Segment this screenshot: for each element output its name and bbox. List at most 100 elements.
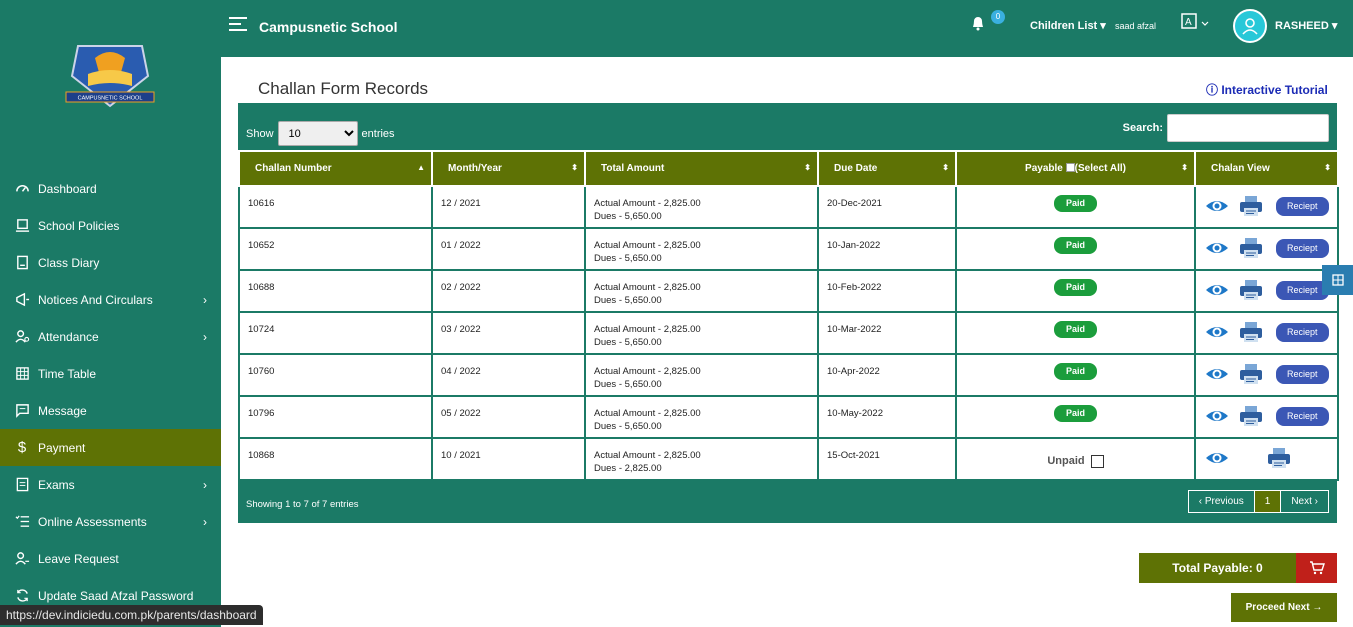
challan-number-cell: 10616: [238, 185, 433, 229]
sidebar-item-dashboard[interactable]: Dashboard: [0, 170, 221, 207]
reciept-button[interactable]: Reciept: [1276, 322, 1329, 342]
school-logo[interactable]: CAMPUSNETIC SCHOOL: [60, 36, 160, 114]
children-list-dropdown[interactable]: Children List ▾: [1030, 19, 1106, 32]
sidebar-item-label: Dashboard: [38, 181, 97, 196]
sidebar-item-school-policies[interactable]: School Policies: [0, 207, 221, 244]
paid-badge: Paid: [1053, 279, 1097, 296]
payable-cell: Paid: [955, 311, 1196, 355]
interactive-tutorial-link[interactable]: ⓘ Interactive Tutorial: [1206, 81, 1328, 98]
sidebar-item-online-assessments[interactable]: Online Assessments ›: [0, 503, 221, 540]
cart-button[interactable]: [1296, 553, 1337, 583]
search-input[interactable]: [1167, 114, 1329, 142]
sidebar-item-label: Attendance: [38, 329, 99, 344]
hamburger-menu-icon[interactable]: [229, 17, 247, 33]
view-eye-icon[interactable]: [1204, 321, 1230, 343]
page-1-button[interactable]: 1: [1253, 491, 1282, 512]
chalan-view-cell: Reciept: [1194, 311, 1339, 355]
sidebar-item-label: Update Saad Afzal Password: [38, 588, 194, 603]
sidebar-item-label: Message: [38, 403, 87, 418]
paid-badge: Paid: [1053, 321, 1097, 338]
total-amount-cell: Actual Amount - 2,825.00 Dues - 5,650.00: [584, 185, 819, 229]
column-header-due-date[interactable]: Due Date ⬍: [817, 150, 957, 187]
challan-number-cell: 10688: [238, 269, 433, 313]
challan-table: Challan Number ▲ Month/Year ⬍ Total Amount…: [238, 150, 1339, 481]
sidebar-item-exams[interactable]: Exams ›: [0, 466, 221, 503]
dashboard-icon: [0, 181, 38, 196]
next-page-button[interactable]: Next ›: [1281, 491, 1328, 512]
print-icon[interactable]: [1266, 447, 1292, 469]
sidebar-item-attendance[interactable]: Attendance ›: [0, 318, 221, 355]
chevron-right-icon: ›: [203, 292, 207, 307]
chalan-view-cell: Reciept: [1194, 185, 1339, 229]
unpaid-status: Unpaid: [1047, 455, 1104, 468]
column-header-label: Chalan View: [1211, 163, 1270, 174]
reciept-button[interactable]: Reciept: [1276, 406, 1329, 426]
dues-amount: Dues - 2,825.00: [594, 463, 662, 474]
translate-icon[interactable]: A: [1181, 13, 1209, 33]
column-header-chalan-view[interactable]: Chalan View ⬍: [1194, 150, 1339, 187]
chalan-view-cell: [1194, 437, 1339, 481]
chalan-view-cell: Reciept: [1194, 353, 1339, 397]
chevron-right-icon: ›: [203, 329, 207, 344]
school-name: Campusnetic School: [259, 19, 398, 35]
payable-checkbox[interactable]: [1090, 455, 1104, 468]
view-eye-icon[interactable]: [1204, 279, 1230, 301]
print-icon[interactable]: [1238, 195, 1264, 217]
exams-icon: [0, 477, 38, 492]
reciept-button[interactable]: Reciept: [1276, 280, 1329, 300]
dollar-icon: $: [17, 439, 27, 456]
print-icon[interactable]: [1238, 279, 1264, 301]
caret-down-icon: ▾: [1331, 20, 1338, 32]
chalan-view-actions: Reciept: [1204, 321, 1337, 343]
view-eye-icon[interactable]: [1204, 363, 1230, 385]
proceed-next-button[interactable]: Proceed Next →: [1231, 593, 1337, 622]
dues-amount: Dues - 5,650.00: [594, 295, 662, 306]
payable-cell: Paid: [955, 227, 1196, 271]
svg-text:A: A: [1185, 17, 1192, 28]
column-header-month-year[interactable]: Month/Year ⬍: [431, 150, 586, 187]
sort-icon: ⬍: [1181, 163, 1188, 172]
reciept-button[interactable]: Reciept: [1276, 196, 1329, 216]
previous-page-button[interactable]: ‹ Previous: [1189, 491, 1254, 512]
total-payable-box: Total Payable: 0: [1139, 553, 1337, 583]
sidebar-item-label: Online Assessments: [38, 514, 147, 529]
avatar[interactable]: [1233, 9, 1267, 43]
notification-badge: 0: [991, 10, 1005, 24]
print-icon[interactable]: [1238, 237, 1264, 259]
entries-select[interactable]: 10: [277, 121, 358, 146]
column-header-challan-number[interactable]: Challan Number ▲: [238, 150, 433, 187]
view-eye-icon[interactable]: [1204, 447, 1230, 469]
bell-icon[interactable]: [971, 15, 985, 31]
print-icon[interactable]: [1238, 363, 1264, 385]
user-menu-dropdown[interactable]: RASHEED ▾: [1275, 19, 1337, 32]
sidebar-item-notices[interactable]: Notices And Circulars ›: [0, 281, 221, 318]
print-icon[interactable]: [1238, 321, 1264, 343]
sidebar-item-class-diary[interactable]: Class Diary: [0, 244, 221, 281]
column-header-total-amount[interactable]: Total Amount ⬍: [584, 150, 819, 187]
side-panel-toggle[interactable]: [1322, 265, 1353, 295]
chalan-view-actions: Reciept: [1204, 363, 1337, 385]
reciept-button[interactable]: Reciept: [1276, 238, 1329, 258]
sidebar-item-payment[interactable]: $ Payment: [0, 429, 221, 466]
sidebar-item-leave-request[interactable]: Leave Request: [0, 540, 221, 577]
column-header-label: Due Date: [834, 163, 878, 174]
view-eye-icon[interactable]: [1204, 237, 1230, 259]
column-header-payable[interactable]: Payable (Select All) ⬍: [955, 150, 1196, 187]
entries-label: entries: [361, 127, 395, 140]
selected-child-name: saad afzal: [1115, 21, 1157, 31]
total-amount-cell: Actual Amount - 2,825.00 Dues - 5,650.00: [584, 395, 819, 439]
sidebar-item-message[interactable]: Message: [0, 392, 221, 429]
sidebar-nav: Dashboard School Policies Class Diary No…: [0, 170, 221, 614]
reciept-button[interactable]: Reciept: [1276, 364, 1329, 384]
chalan-view-actions: Reciept: [1204, 195, 1337, 217]
view-eye-icon[interactable]: [1204, 195, 1230, 217]
print-icon[interactable]: [1238, 405, 1264, 427]
select-all-checkbox[interactable]: [1065, 163, 1075, 172]
due-date-cell: 20-Dec-2021: [817, 185, 957, 229]
sidebar-item-time-table[interactable]: Time Table: [0, 355, 221, 392]
view-eye-icon[interactable]: [1204, 405, 1230, 427]
megaphone-icon: [0, 292, 38, 307]
table-body: 10616 12 / 2021 Actual Amount - 2,825.00 Du…: [238, 185, 1339, 481]
dues-amount: Dues - 5,650.00: [594, 253, 662, 264]
total-payable: Total Payable: 0: [1172, 561, 1263, 575]
